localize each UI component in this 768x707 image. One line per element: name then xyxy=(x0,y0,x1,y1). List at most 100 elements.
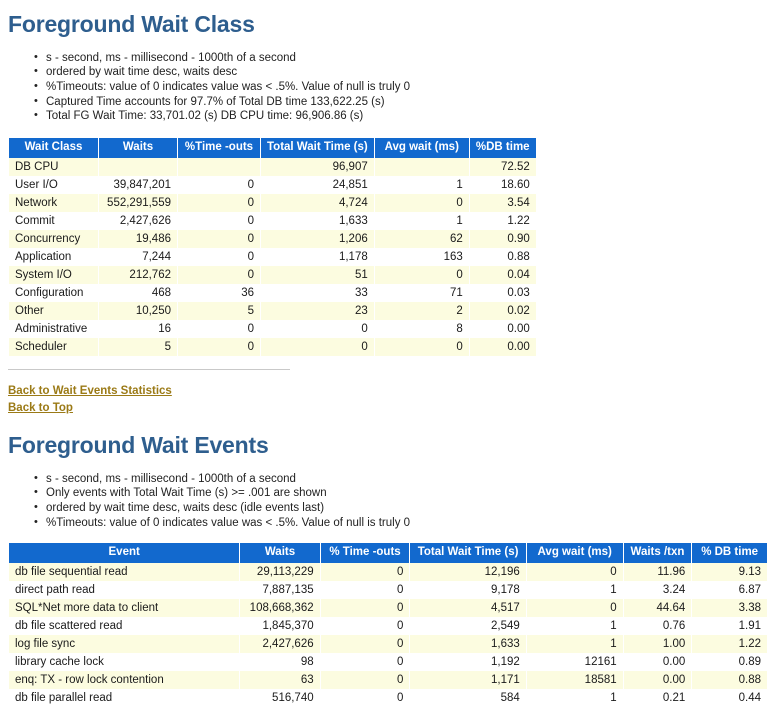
cell-wait-class: Network xyxy=(9,193,98,212)
cell-db-time: 18.60 xyxy=(469,175,536,194)
cell-total-wait-time: 1,171 xyxy=(410,671,526,690)
cell-waits-per-txn: 3.24 xyxy=(623,581,692,600)
cell-total-wait-time: 4,724 xyxy=(261,193,374,212)
cell-wait-class: Scheduler xyxy=(9,337,98,356)
cell-total-wait-time: 1,633 xyxy=(410,635,526,654)
cell-db-time: 0.00 xyxy=(469,319,536,338)
cell-waits-per-txn: 11.96 xyxy=(623,563,692,582)
column-header-total-wait-time[interactable]: Total Wait Time (s) xyxy=(410,543,526,564)
cell-timeouts: 0 xyxy=(178,211,260,230)
cell-timeouts: 0 xyxy=(178,229,260,248)
cell-db-time: 3.38 xyxy=(692,599,767,618)
cell-total-wait-time: 9,178 xyxy=(410,581,526,600)
column-header-timeouts[interactable]: % Time -outs xyxy=(320,543,410,564)
cell-total-wait-time: 0 xyxy=(261,319,374,338)
cell-timeouts: 0 xyxy=(320,635,410,654)
cell-total-wait-time: 23 xyxy=(261,301,374,320)
table-row: SQL*Net more data to client 108,668,362 … xyxy=(9,599,767,618)
column-header-event[interactable]: Event xyxy=(9,543,240,564)
cell-waits-per-txn: 1.00 xyxy=(623,635,692,654)
cell-timeouts: 0 xyxy=(178,193,260,212)
cell-db-time: 1.22 xyxy=(469,211,536,230)
cell-waits-per-txn: 0.00 xyxy=(623,653,692,672)
cell-timeouts: 0 xyxy=(320,671,410,690)
wait-events-table: Event Waits % Time -outs Total Wait Time… xyxy=(8,543,768,707)
column-header-timeouts[interactable]: %Time -outs xyxy=(178,137,260,158)
cell-waits: 5 xyxy=(99,337,177,356)
cell-timeouts: 36 xyxy=(178,283,260,302)
note-item: s - second, ms - millisecond - 1000th of… xyxy=(34,50,768,66)
cell-wait-class: Other xyxy=(9,301,98,320)
column-header-db-time[interactable]: %DB time xyxy=(469,137,536,158)
table-row: Concurrency 19,486 0 1,206 62 0.90 xyxy=(9,229,536,248)
cell-waits: 10,250 xyxy=(99,301,177,320)
cell-event: library cache lock xyxy=(9,653,240,672)
table-row: db file parallel read 516,740 0 584 1 0.… xyxy=(9,689,767,707)
table-row: System I/O 212,762 0 51 0 0.04 xyxy=(9,265,536,284)
cell-timeouts xyxy=(178,157,260,176)
cell-timeouts: 0 xyxy=(178,175,260,194)
cell-total-wait-time: 33 xyxy=(261,283,374,302)
cell-total-wait-time: 1,178 xyxy=(261,247,374,266)
column-header-total-wait-time[interactable]: Total Wait Time (s) xyxy=(261,137,374,158)
cell-waits: 98 xyxy=(240,653,320,672)
column-header-avg-wait[interactable]: Avg wait (ms) xyxy=(374,137,469,158)
column-header-waits-per-txn[interactable]: Waits /txn xyxy=(623,543,692,564)
link-back-to-top[interactable]: Back to Top xyxy=(8,400,73,417)
cell-db-time: 0.04 xyxy=(469,265,536,284)
cell-timeouts: 5 xyxy=(178,301,260,320)
cell-avg-wait: 0 xyxy=(374,193,469,212)
table-header-row: Wait Class Waits %Time -outs Total Wait … xyxy=(9,137,536,158)
table-header-row: Event Waits % Time -outs Total Wait Time… xyxy=(9,543,767,564)
cell-db-time: 0.89 xyxy=(692,653,767,672)
note-item: ordered by wait time desc, waits desc xyxy=(34,65,768,80)
table-row: library cache lock 98 0 1,192 12161 0.00… xyxy=(9,653,767,672)
cell-avg-wait: 163 xyxy=(374,247,469,266)
cell-waits: 19,486 xyxy=(99,229,177,248)
cell-waits: 7,244 xyxy=(99,247,177,266)
note-item: Captured Time accounts for 97.7% of Tota… xyxy=(34,94,768,110)
cell-waits: 1,845,370 xyxy=(240,617,320,636)
column-header-avg-wait[interactable]: Avg wait (ms) xyxy=(526,543,623,564)
cell-total-wait-time: 0 xyxy=(261,337,374,356)
table-row: db file scattered read 1,845,370 0 2,549… xyxy=(9,617,767,636)
column-header-wait-class[interactable]: Wait Class xyxy=(9,137,98,158)
cell-wait-class: System I/O xyxy=(9,265,98,284)
cell-avg-wait: 18581 xyxy=(526,671,623,690)
cell-wait-class: Concurrency xyxy=(9,229,98,248)
note-item: %Timeouts: value of 0 indicates value wa… xyxy=(34,515,768,531)
table-row: Application 7,244 0 1,178 163 0.88 xyxy=(9,247,536,266)
link-back-to-wait-events-statistics[interactable]: Back to Wait Events Statistics xyxy=(8,383,172,400)
table-row: enq: TX - row lock contention 63 0 1,171… xyxy=(9,671,767,690)
column-header-waits[interactable]: Waits xyxy=(99,137,177,158)
table-row: Configuration 468 36 33 71 0.03 xyxy=(9,283,536,302)
cell-event: db file sequential read xyxy=(9,563,240,582)
cell-wait-class: Commit xyxy=(9,211,98,230)
cell-total-wait-time: 24,851 xyxy=(261,175,374,194)
cell-db-time: 0.02 xyxy=(469,301,536,320)
note-item: s - second, ms - millisecond - 1000th of… xyxy=(34,471,768,487)
column-header-waits[interactable]: Waits xyxy=(240,543,320,564)
cell-avg-wait: 1 xyxy=(526,581,623,600)
cell-avg-wait: 0 xyxy=(526,563,623,582)
table-row: Commit 2,427,626 0 1,633 1 1.22 xyxy=(9,211,536,230)
cell-wait-class: DB CPU xyxy=(9,157,98,176)
note-item: %Timeouts: value of 0 indicates value wa… xyxy=(34,79,768,95)
cell-db-time: 0.88 xyxy=(692,671,767,690)
cell-wait-class: Application xyxy=(9,247,98,266)
cell-timeouts: 0 xyxy=(320,653,410,672)
page-title-foreground-wait-class: Foreground Wait Class xyxy=(8,11,255,37)
column-header-db-time[interactable]: % DB time xyxy=(692,543,767,564)
cell-timeouts: 0 xyxy=(320,563,410,582)
cell-avg-wait: 1 xyxy=(526,635,623,654)
cell-timeouts: 0 xyxy=(320,689,410,707)
wait-events-table-body: db file sequential read 29,113,229 0 12,… xyxy=(9,563,767,707)
cell-waits-per-txn: 0.00 xyxy=(623,671,692,690)
wait-class-table-body: DB CPU 96,907 72.52 User I/O 39,847,201 … xyxy=(9,157,536,356)
cell-event: enq: TX - row lock contention xyxy=(9,671,240,690)
cell-total-wait-time: 1,192 xyxy=(410,653,526,672)
cell-timeouts: 0 xyxy=(178,265,260,284)
cell-event: log file sync xyxy=(9,635,240,654)
cell-waits: 516,740 xyxy=(240,689,320,707)
cell-waits: 39,847,201 xyxy=(99,175,177,194)
